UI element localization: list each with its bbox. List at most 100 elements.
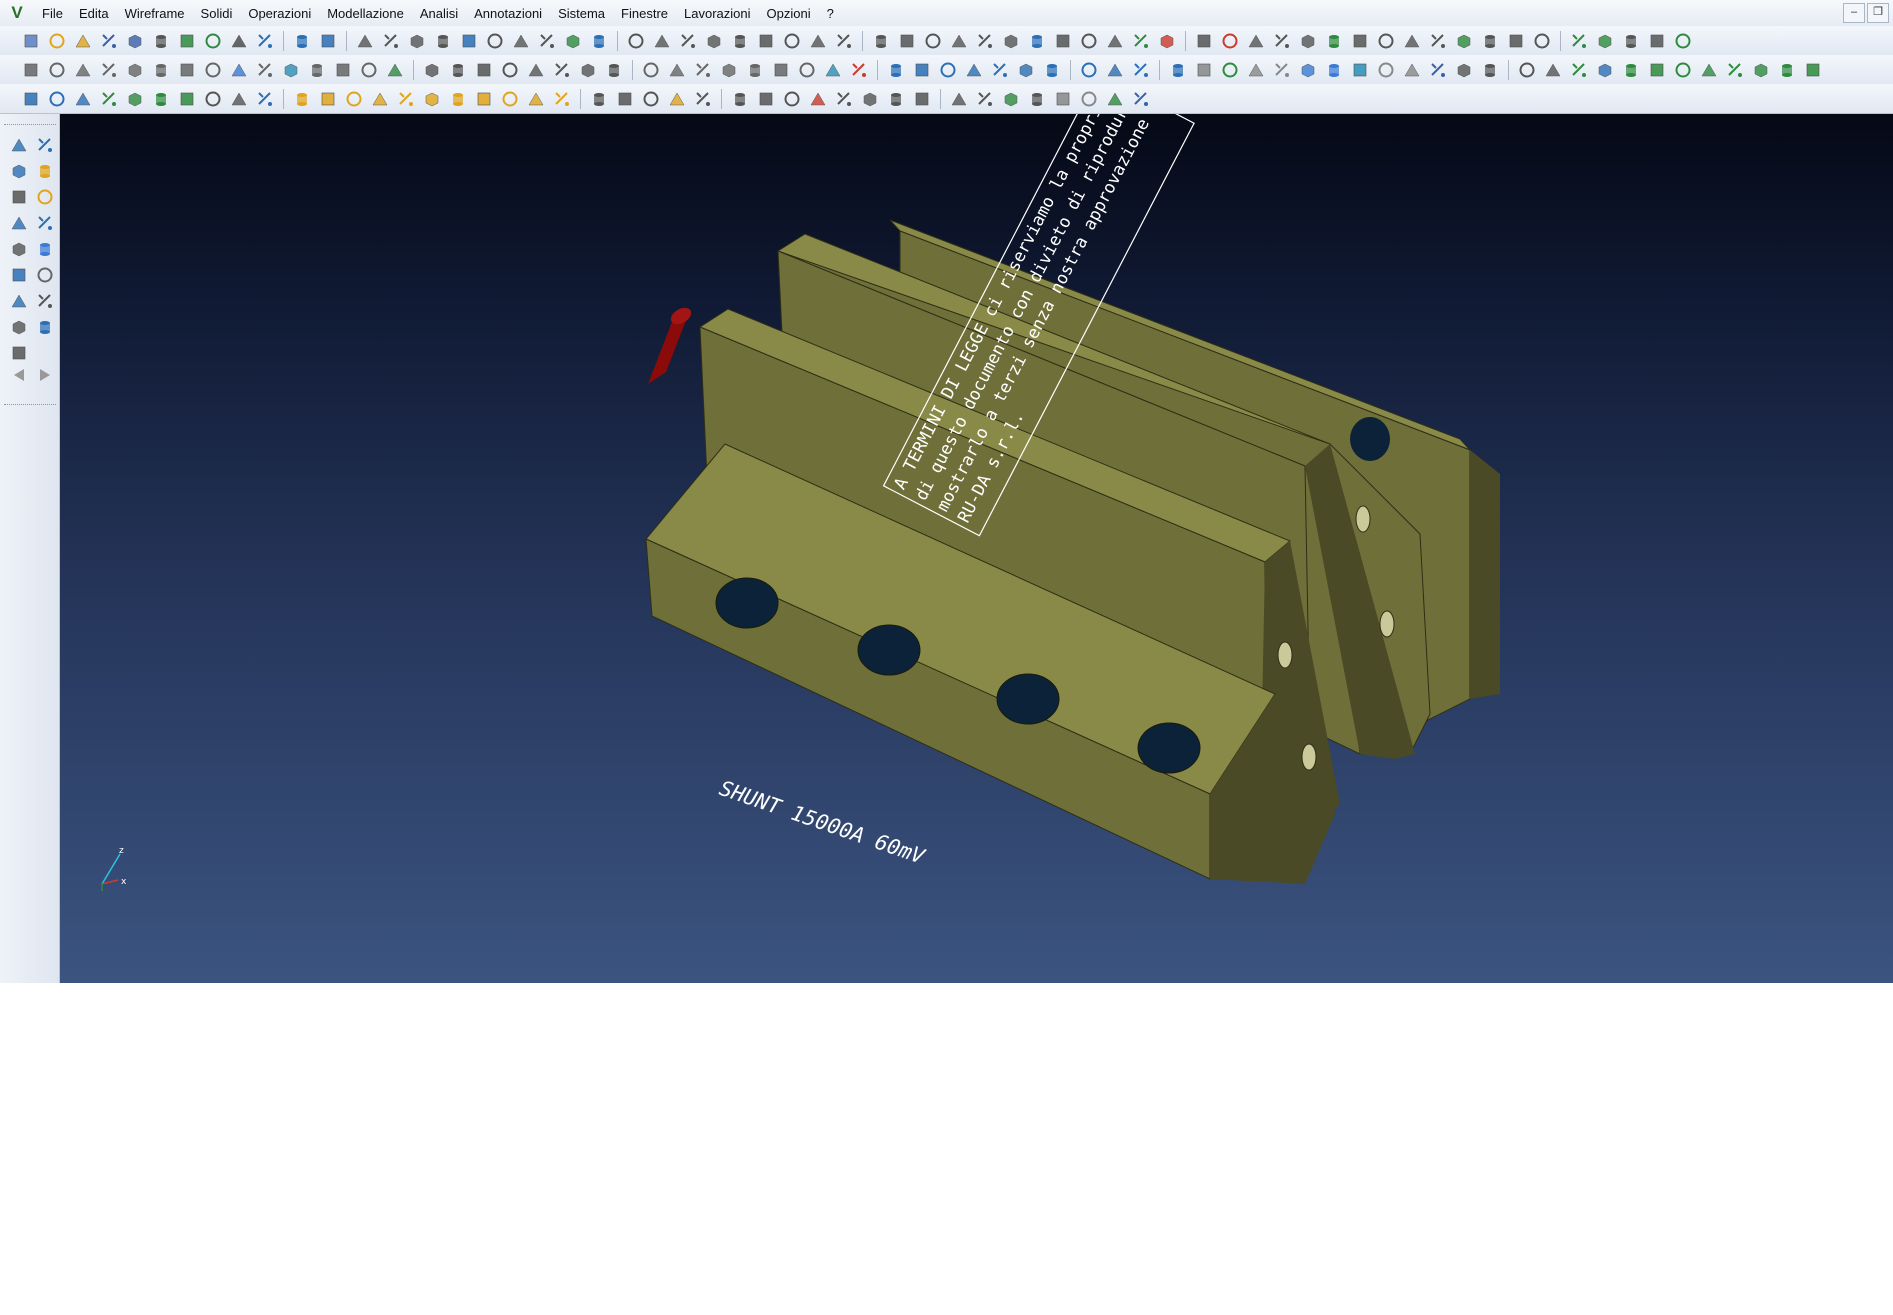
tb1-render-b-button[interactable] [1375, 30, 1397, 52]
tb2-measure-b-button[interactable] [937, 59, 959, 81]
tb3-doc-c-button[interactable] [640, 88, 662, 110]
tb2-op-h-button[interactable] [603, 59, 625, 81]
tb1-hatch-button[interactable] [458, 30, 480, 52]
tb2-surface-c-button[interactable] [1130, 59, 1152, 81]
tb1-tool-c-button[interactable] [922, 30, 944, 52]
minimize-button[interactable]: – [1843, 3, 1865, 23]
tb3-doc-a-button[interactable] [588, 88, 610, 110]
restore-button[interactable]: ❐ [1867, 3, 1889, 23]
tb2-solid-a-button[interactable] [202, 59, 224, 81]
tb3-anim-c-button[interactable] [72, 88, 94, 110]
left-tool-a-button[interactable] [8, 186, 30, 208]
tb2-mod-a-button[interactable] [640, 59, 662, 81]
tb1-mirror-button[interactable] [432, 30, 454, 52]
tb3-anim-a-button[interactable] [20, 88, 42, 110]
tb1-import-button[interactable] [202, 30, 224, 52]
tb2-mod-b-button[interactable] [666, 59, 688, 81]
tb2-mod-f-button[interactable] [770, 59, 792, 81]
tb2-solid-b-button[interactable] [228, 59, 250, 81]
tb1-tool-b-button[interactable] [896, 30, 918, 52]
menu-item-operazioni[interactable]: Operazioni [240, 4, 319, 23]
tb2-tube-j-button[interactable] [1427, 59, 1449, 81]
left-list-button[interactable] [8, 342, 30, 364]
app-logo-icon[interactable]: V [6, 2, 28, 24]
tb3-sel-h-button[interactable] [473, 88, 495, 110]
tb3-mach-a-button[interactable] [948, 88, 970, 110]
tb1-render-f-button[interactable] [1479, 30, 1501, 52]
tb2-tube-c-button[interactable] [1245, 59, 1267, 81]
tb2-view-cube-4-button[interactable] [1698, 59, 1720, 81]
tb1-trim-button[interactable] [354, 30, 376, 52]
tb3-anim-b-button[interactable] [46, 88, 68, 110]
tb2-mod-c-button[interactable] [692, 59, 714, 81]
tb1-package-button[interactable] [1672, 30, 1694, 52]
left-clipboard-button[interactable] [8, 316, 30, 338]
menu-item-help[interactable]: ? [819, 4, 842, 23]
left-help-button[interactable] [8, 290, 30, 312]
tb2-view-a-button[interactable] [1516, 59, 1538, 81]
menu-item-opzioni[interactable]: Opzioni [759, 4, 819, 23]
tb1-refresh-button[interactable] [1323, 30, 1345, 52]
tb3-doc-d-button[interactable] [666, 88, 688, 110]
tb3-sel-c-button[interactable] [343, 88, 365, 110]
tb3-mach-d-button[interactable] [1026, 88, 1048, 110]
left-tool-c-button[interactable] [8, 212, 30, 234]
tb3-anno-b-button[interactable] [755, 88, 777, 110]
left-tool-e-button[interactable] [8, 238, 30, 260]
tb1-export-button[interactable] [176, 30, 198, 52]
tb2-op-f-button[interactable] [551, 59, 573, 81]
tb2-view-cube-3-button[interactable] [1672, 59, 1694, 81]
tb2-cone-button[interactable] [98, 59, 120, 81]
tb1-new-button[interactable] [20, 30, 42, 52]
tb2-link-button[interactable] [176, 59, 198, 81]
toolbar-grip[interactable] [4, 404, 56, 405]
tb1-render-c-button[interactable] [1401, 30, 1423, 52]
tb3-anno-f-button[interactable] [885, 88, 907, 110]
tb1-circle-edit-button[interactable] [625, 30, 647, 52]
menu-item-solidi[interactable]: Solidi [193, 4, 241, 23]
tb1-dim-c-button[interactable] [1297, 30, 1319, 52]
left-back-arrow-button[interactable] [8, 364, 30, 386]
tb3-mach-h-button[interactable] [1130, 88, 1152, 110]
tb2-tube-k-button[interactable] [1453, 59, 1475, 81]
tb2-tube-d-button[interactable] [1271, 59, 1293, 81]
tb1-dim-a-button[interactable] [1245, 30, 1267, 52]
tb1-view-split-button[interactable] [254, 30, 276, 52]
tb3-anim-d-button[interactable] [98, 88, 120, 110]
tb2-op-a-button[interactable] [421, 59, 443, 81]
menu-item-analisi[interactable]: Analisi [412, 4, 466, 23]
tb1-tool-j-button[interactable] [1104, 30, 1126, 52]
tb2-view-d-button[interactable] [1594, 59, 1616, 81]
tb1-circle-2-button[interactable] [677, 30, 699, 52]
tb3-anim-j-button[interactable] [254, 88, 276, 110]
tb1-tool-k-button[interactable] [1130, 30, 1152, 52]
tb2-help-button[interactable] [885, 59, 907, 81]
tb2-solid-c-button[interactable] [254, 59, 276, 81]
tb1-curve-button[interactable] [380, 30, 402, 52]
tb2-torus-button[interactable] [150, 59, 172, 81]
tb1-open-folder-button[interactable] [72, 30, 94, 52]
left-tool-f-button[interactable] [34, 238, 56, 260]
tb1-tool-e-button[interactable] [974, 30, 996, 52]
tb2-rotate-view-button[interactable] [1167, 59, 1189, 81]
tb3-sel-k-button[interactable] [551, 88, 573, 110]
tb2-measure-c-button[interactable] [963, 59, 985, 81]
tb2-box-button[interactable] [20, 59, 42, 81]
tb2-measure-a-button[interactable] [911, 59, 933, 81]
tb1-line-button[interactable] [484, 30, 506, 52]
tb1-arc-2-button[interactable] [807, 30, 829, 52]
left-select-a-button[interactable] [8, 134, 30, 156]
tb1-cut-button[interactable] [1219, 30, 1241, 52]
menu-item-wireframe[interactable]: Wireframe [117, 4, 193, 23]
tb3-sel-d-button[interactable] [369, 88, 391, 110]
tb3-anim-e-button[interactable] [124, 88, 146, 110]
tb2-op-g-button[interactable] [577, 59, 599, 81]
tb3-mach-e-button[interactable] [1052, 88, 1074, 110]
menu-item-sistema[interactable]: Sistema [550, 4, 613, 23]
tb3-sel-j-button[interactable] [525, 88, 547, 110]
tb2-mod-d-button[interactable] [718, 59, 740, 81]
tb1-circle-4-button[interactable] [729, 30, 751, 52]
tb3-sel-b-button[interactable] [317, 88, 339, 110]
tb1-settings-button[interactable] [1620, 30, 1642, 52]
tb2-cylinder-2-button[interactable] [72, 59, 94, 81]
